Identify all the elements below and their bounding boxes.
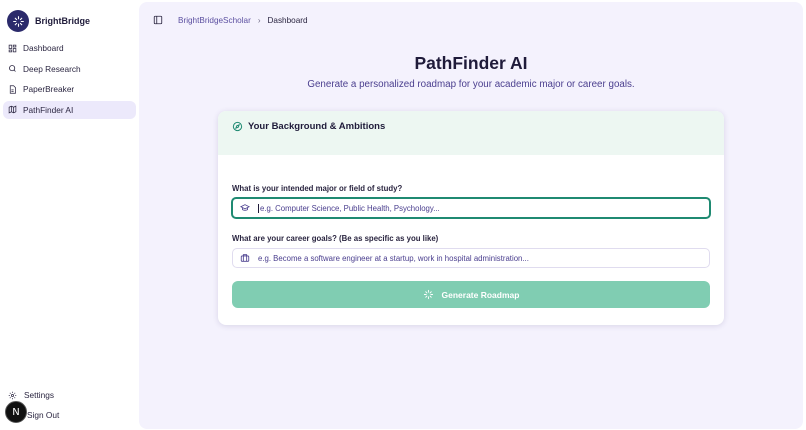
map-icon [8, 105, 17, 114]
sidebar-item-label: PathFinder AI [23, 104, 74, 115]
goals-input[interactable]: e.g. Become a software engineer at a sta… [232, 248, 710, 268]
card-header-title: Your Background & Ambitions [248, 121, 386, 132]
major-placeholder: e.g. Computer Science, Public Health, Ps… [260, 203, 440, 213]
sidebar-item-label: Deep Research [23, 63, 81, 74]
page-subtitle: Generate a personalized roadmap for your… [307, 79, 635, 90]
goals-placeholder: e.g. Become a software engineer at a sta… [258, 253, 529, 263]
sidebar-item-settings[interactable]: Settings [8, 388, 54, 402]
page-title: PathFinder AI [414, 53, 528, 73]
sparkle-icon [7, 10, 29, 32]
sign-out-label: Sign Out [27, 410, 60, 420]
breadcrumb-current: Dashboard [267, 15, 308, 25]
main-content: BrightBridgeScholar › Dashboard PathFind… [139, 2, 803, 429]
text-caret [258, 203, 259, 213]
sidebar-item-label: Dashboard [23, 43, 64, 53]
sidebar-toggle-icon[interactable] [153, 15, 163, 25]
sidebar-item-deep-research[interactable]: Deep Research [3, 60, 136, 78]
sidebar-nav: Dashboard Deep Research PaperBreaker Pat… [3, 39, 136, 121]
gear-icon [8, 391, 17, 400]
sidebar: BrightBridge Dashboard Deep Research Pap… [0, 0, 138, 430]
document-icon [8, 84, 17, 94]
briefcase-icon [240, 253, 250, 263]
compass-icon [232, 121, 243, 132]
brand[interactable]: BrightBridge [7, 10, 90, 32]
brand-name: BrightBridge [35, 16, 90, 26]
background-form-card: Your Background & Ambitions What is your… [218, 111, 724, 325]
chevron-right-icon: › [257, 15, 261, 25]
generate-roadmap-button[interactable]: Generate Roadmap [232, 281, 710, 308]
dev-badge-letter: N [12, 406, 20, 418]
sidebar-item-pathfinder-ai[interactable]: PathFinder AI [3, 100, 136, 119]
major-input[interactable]: e.g. Computer Science, Public Health, Ps… [231, 197, 711, 219]
topbar: BrightBridgeScholar › Dashboard [153, 13, 308, 27]
sidebar-item-dashboard[interactable]: Dashboard [3, 39, 136, 57]
sidebar-item-paperbreaker[interactable]: PaperBreaker [3, 80, 136, 98]
major-label: What is your intended major or field of … [232, 184, 403, 193]
search-icon [8, 64, 17, 73]
card-header: Your Background & Ambitions [218, 111, 724, 155]
graduation-cap-icon [240, 203, 250, 213]
sidebar-item-label: PaperBreaker [23, 84, 75, 94]
dev-badge[interactable]: N [5, 401, 27, 423]
settings-label: Settings [24, 390, 54, 400]
sparkle-icon [423, 289, 433, 300]
goals-label: What are your career goals? (Be as speci… [232, 234, 439, 243]
breadcrumb-root[interactable]: BrightBridgeScholar [178, 16, 251, 25]
dashboard-icon [8, 44, 17, 53]
generate-roadmap-label: Generate Roadmap [441, 289, 520, 300]
